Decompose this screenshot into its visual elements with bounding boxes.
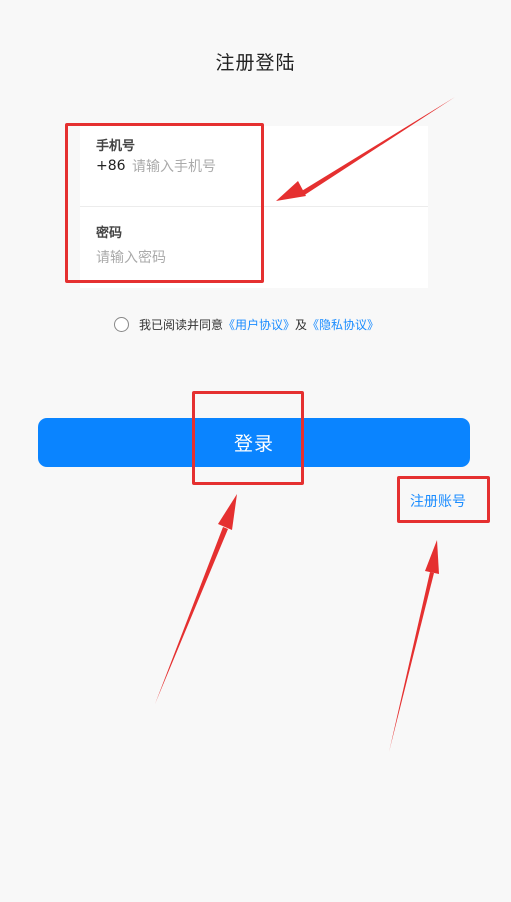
annotation-arrow-to-login	[155, 494, 237, 704]
agreement-prefix: 我已阅读并同意	[139, 317, 224, 332]
login-form-card: 手机号 +86 密码	[80, 126, 428, 288]
login-page: 注册登陆 手机号 +86 密码 我已阅读并同意 《用户协议》 及 《隐私协议》 …	[0, 0, 511, 902]
register-account-link[interactable]: 注册账号	[410, 491, 466, 511]
privacy-agreement-link[interactable]: 《隐私协议》	[307, 316, 379, 333]
country-code[interactable]: +86	[96, 158, 126, 174]
password-input[interactable]	[96, 247, 412, 269]
agreement-conjunction: 及	[295, 317, 308, 332]
phone-label: 手机号	[96, 139, 136, 154]
password-field: 密码	[80, 207, 428, 288]
phone-field: 手机号 +86	[80, 126, 428, 207]
login-button[interactable]: 登录	[38, 418, 470, 467]
agreement-row: 我已阅读并同意 《用户协议》 及 《隐私协议》	[114, 314, 379, 334]
annotation-arrow-to-register	[389, 540, 439, 752]
phone-input[interactable]	[132, 156, 412, 178]
agreement-radio[interactable]	[114, 316, 129, 332]
page-title: 注册登陆	[215, 52, 296, 74]
user-agreement-link[interactable]: 《用户协议》	[223, 316, 295, 333]
password-label: 密码	[96, 226, 123, 241]
